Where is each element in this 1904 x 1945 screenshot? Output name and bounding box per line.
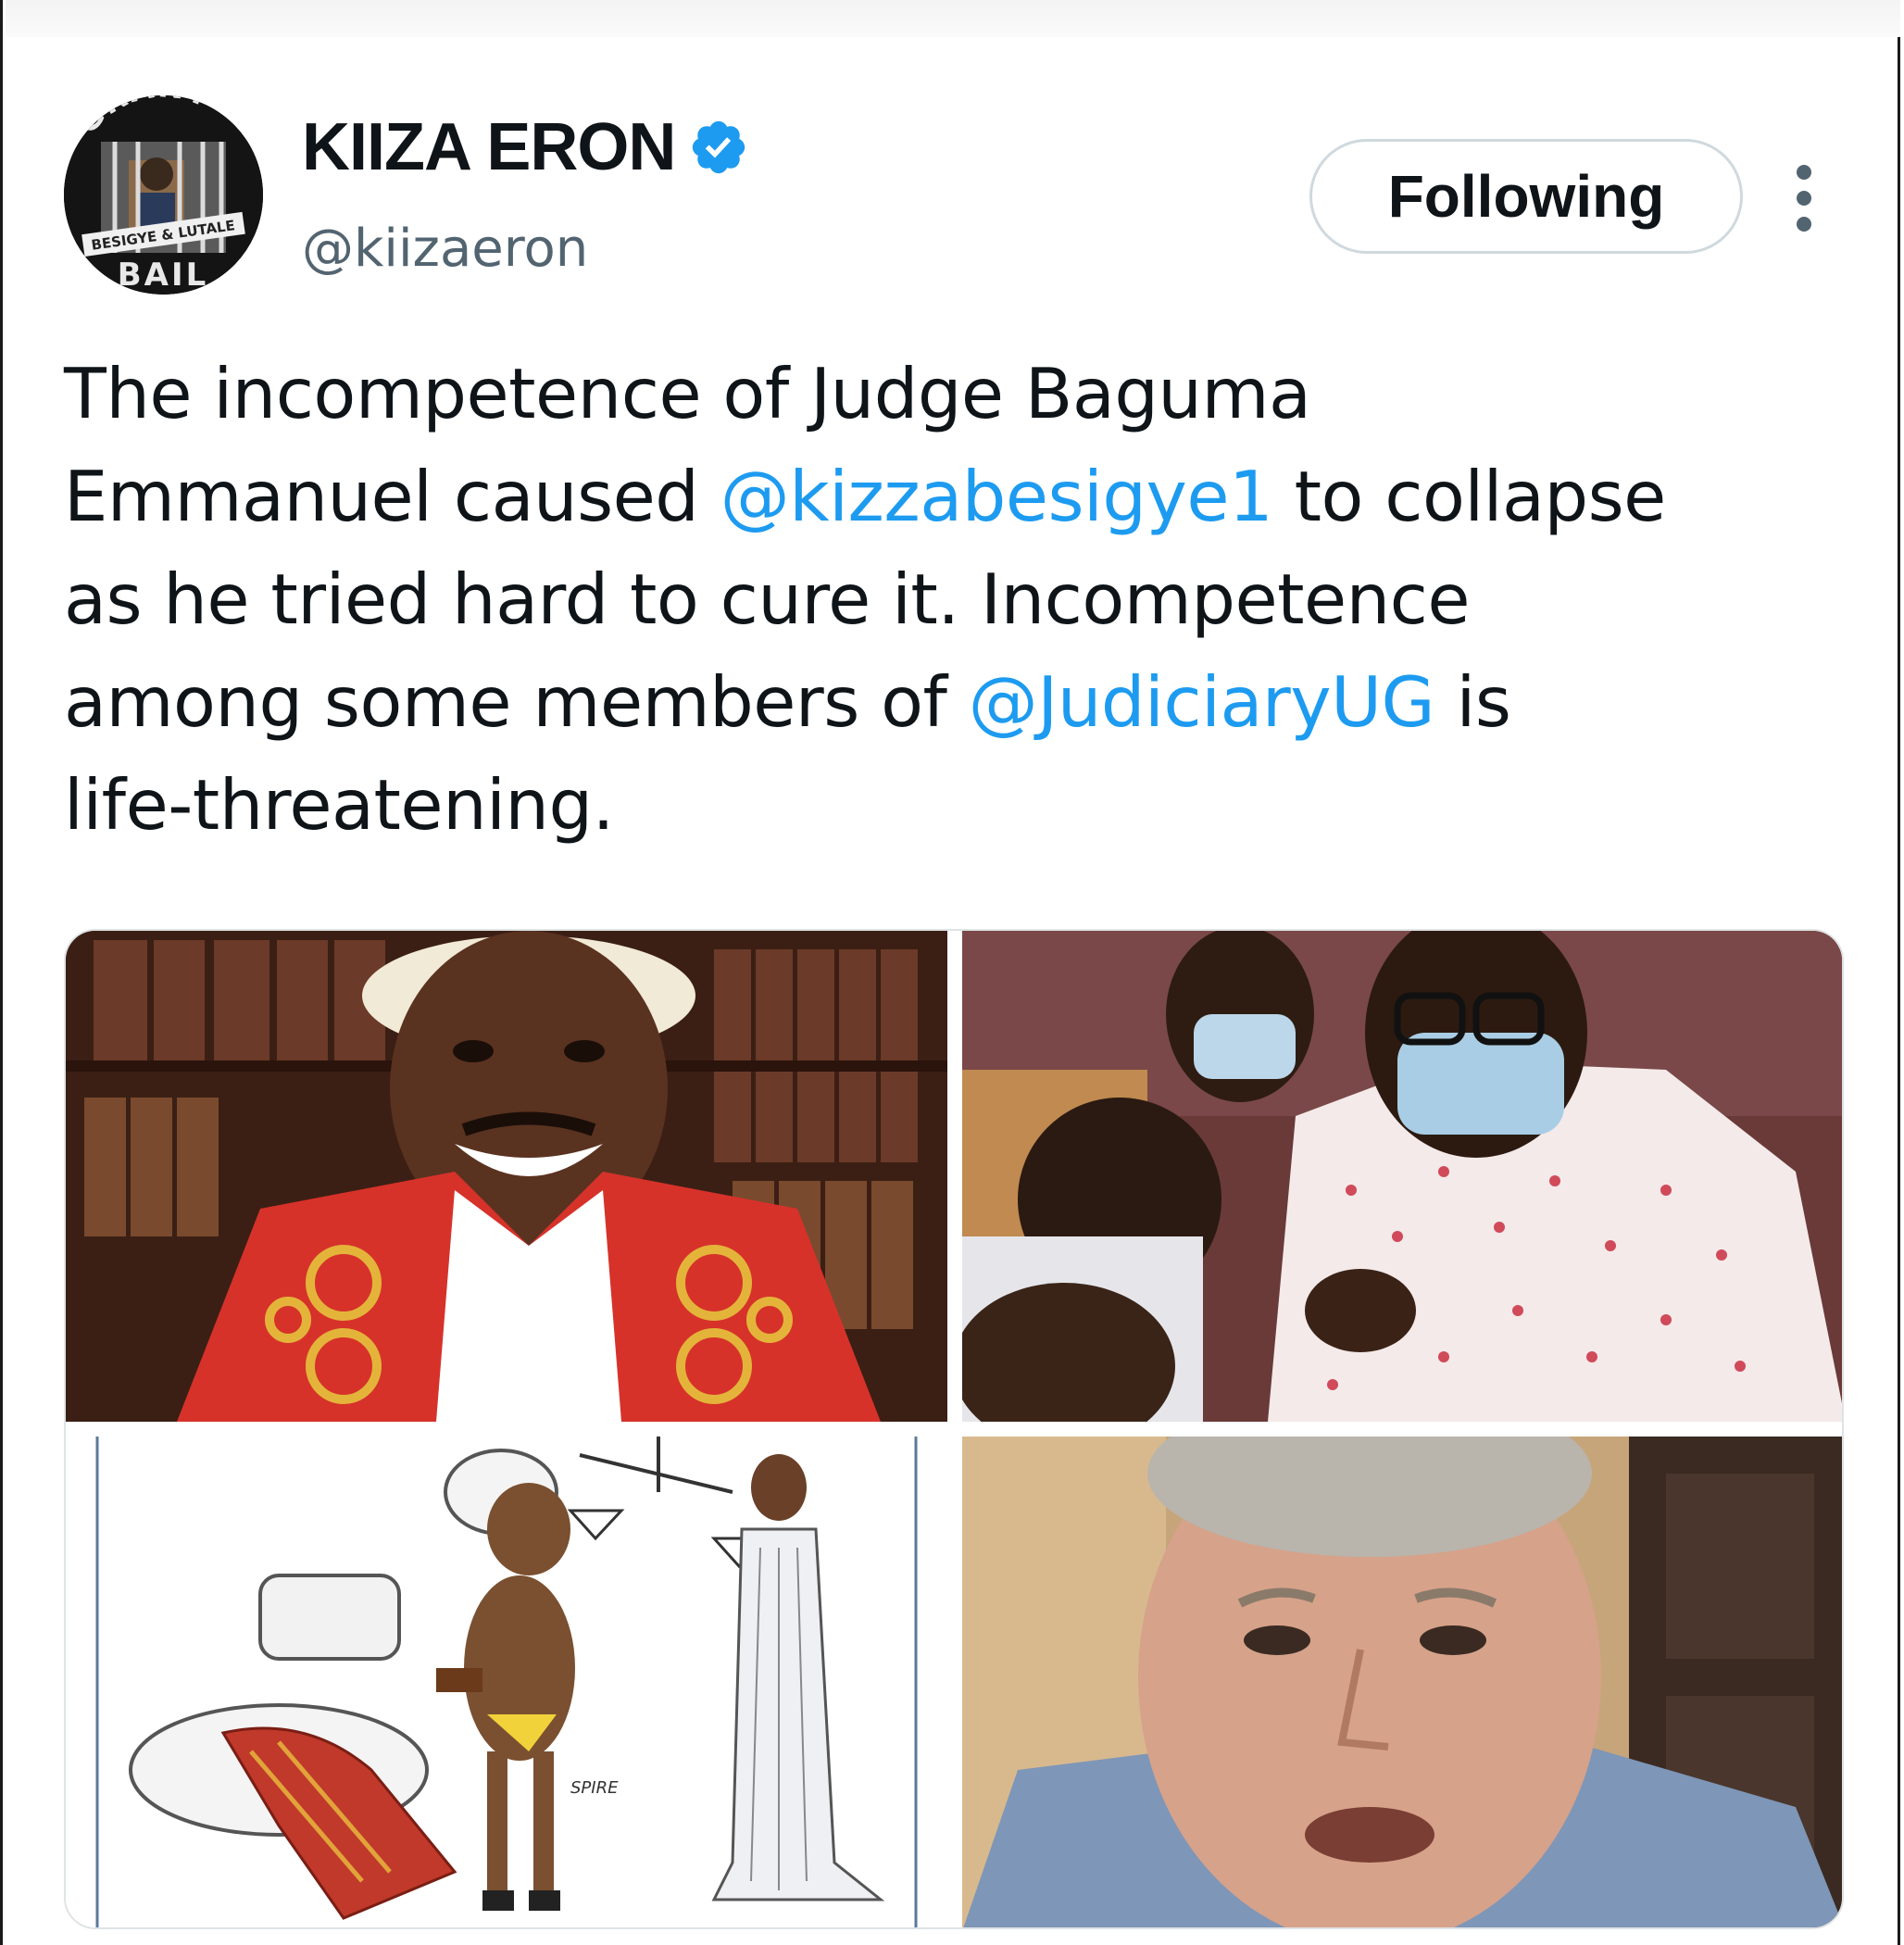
tweet-text-line: The incompetence of Judge Baguma bbox=[64, 353, 1311, 434]
avatar-text-bottom: BAIL bbox=[118, 257, 209, 294]
tweet-text-segment: to collapse bbox=[1272, 456, 1667, 537]
more-vertical-icon[interactable] bbox=[1785, 165, 1823, 232]
photo-judge-in-red-robe[interactable] bbox=[66, 931, 947, 1422]
cartoon-judge-toilet-justice[interactable]: SPIRE bbox=[66, 1437, 947, 1927]
tweet-text-line: as he tried hard to cure it. Incompetenc… bbox=[64, 558, 1471, 640]
more-dot bbox=[1797, 191, 1811, 206]
more-dot bbox=[1797, 165, 1811, 180]
top-bar bbox=[6, 0, 1900, 37]
more-dot bbox=[1797, 217, 1811, 232]
tweet-text-segment: Emmanuel caused bbox=[64, 456, 720, 537]
author-name-row[interactable]: KIIZA ERON bbox=[302, 109, 749, 185]
tweet-text-segment: is bbox=[1434, 661, 1511, 743]
tweet-card: GRANT BESIGYE & LUTALE BAIL KIIZA ERON bbox=[0, 0, 1900, 1945]
tweet-text-line: Emmanuel caused @kizzabesigye1 to collap… bbox=[64, 445, 1842, 548]
tweet-text-line: among some members of @JudiciaryUG is bbox=[64, 651, 1842, 754]
following-button[interactable]: Following bbox=[1309, 139, 1743, 254]
author-display-name[interactable]: KIIZA ERON bbox=[302, 109, 676, 185]
tweet-text: The incompetence of Judge Baguma Emmanue… bbox=[64, 343, 1842, 857]
author-handle[interactable]: @kiizaeron bbox=[302, 219, 588, 279]
cartoon-signature: SPIRE bbox=[570, 1778, 619, 1798]
verified-badge-icon bbox=[688, 117, 749, 178]
tweet-text-line: life-threatening. bbox=[64, 764, 614, 846]
mention-link-judiciaryug[interactable]: @JudiciaryUG bbox=[969, 661, 1435, 743]
author-avatar[interactable]: GRANT BESIGYE & LUTALE BAIL bbox=[64, 95, 263, 295]
tweet-text-segment: among some members of bbox=[64, 661, 969, 743]
media-grid: SPIRE bbox=[64, 929, 1844, 1929]
photo-man-closeup[interactable] bbox=[962, 1437, 1842, 1927]
mention-link-kizzabesigye1[interactable]: @kizzabesigye1 bbox=[720, 456, 1273, 537]
photo-man-in-mask-floral-shirt[interactable] bbox=[962, 931, 1842, 1422]
